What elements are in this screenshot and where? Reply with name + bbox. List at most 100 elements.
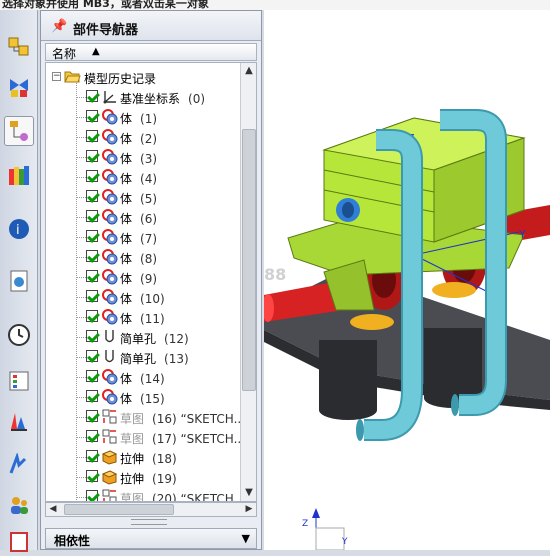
pin-icon[interactable]: 📌 xyxy=(51,19,67,34)
clock-icon[interactable] xyxy=(4,320,34,350)
tree-item[interactable]: 体 (10) xyxy=(46,287,236,307)
graphics-viewport[interactable]: Z X Y Z Y cad2688 xyxy=(264,10,550,550)
tree-branch-line xyxy=(76,497,86,498)
history-icon[interactable] xyxy=(4,266,34,296)
tree-item-label: 体 (10) xyxy=(120,290,165,307)
tree-item-label: 草图 (17) “SKETCH.. xyxy=(120,430,241,447)
tree-item-label: 体 (7) xyxy=(120,230,157,247)
tree-item[interactable]: 拉伸 (19) xyxy=(46,467,236,487)
scroll-down-icon[interactable]: ▼ xyxy=(241,485,256,501)
visibility-checkbox[interactable] xyxy=(86,150,98,162)
visibility-checkbox[interactable] xyxy=(86,490,98,501)
hscroll-thumb[interactable] xyxy=(64,504,174,515)
tree-item[interactable]: 草图 (20) “SKETCH.. xyxy=(46,487,241,501)
palette-icon[interactable] xyxy=(4,526,34,556)
tree-item[interactable]: 体 (5) xyxy=(46,187,236,207)
tree-item[interactable]: 简单孔 (12) xyxy=(46,327,236,347)
tree-item[interactable]: 体 (9) xyxy=(46,267,236,287)
visibility-checkbox[interactable] xyxy=(86,170,98,182)
tree-item[interactable]: 拉伸 (18) xyxy=(46,447,236,467)
feature-number: (8) xyxy=(140,252,158,266)
visibility-checkbox[interactable] xyxy=(86,310,98,322)
feature-number: (2) xyxy=(140,132,158,146)
visibility-checkbox[interactable] xyxy=(86,270,98,282)
visibility-checkbox[interactable] xyxy=(86,370,98,382)
dependencies-panel-header[interactable]: 相依性 ▼ xyxy=(45,528,257,549)
visibility-checkbox[interactable] xyxy=(86,330,98,342)
feature-number: (13) xyxy=(164,352,189,366)
tree-item[interactable]: 体 (15) xyxy=(46,387,236,407)
tree-item[interactable]: 体 (1) xyxy=(46,107,236,127)
tree-item[interactable]: 简单孔 (13) xyxy=(46,347,236,367)
tree-item[interactable]: 草图 (17) “SKETCH.. xyxy=(46,427,241,447)
tree-branch-line xyxy=(76,437,86,438)
tree-item[interactable]: 体 (8) xyxy=(46,247,236,267)
process-studio-icon[interactable] xyxy=(4,366,34,396)
tree-item[interactable]: 体 (4) xyxy=(46,167,236,187)
window-title: 选择对象并使用 MB3，或者双击某一对象 xyxy=(2,0,209,10)
assembly-navigator-icon[interactable] xyxy=(4,32,34,62)
tree-branch-line xyxy=(76,417,86,418)
system-visualization-icon[interactable] xyxy=(4,450,34,480)
roles-icon[interactable] xyxy=(4,406,34,436)
feature-name: 草图 xyxy=(120,432,145,446)
visibility-checkbox[interactable] xyxy=(86,470,98,482)
scroll-left-icon[interactable]: ◀ xyxy=(46,503,60,516)
feature-name: 体 xyxy=(120,252,133,266)
scroll-up-icon[interactable]: ▲ xyxy=(241,63,256,79)
web-browser-icon[interactable]: i xyxy=(4,214,34,244)
feature-name: 基准坐标系 xyxy=(120,92,181,106)
feature-name: 体 xyxy=(120,192,133,206)
feature-number: (14) xyxy=(140,372,165,386)
visibility-checkbox[interactable] xyxy=(86,250,98,262)
tree-root-model-history[interactable]: − 模型历史记录 xyxy=(46,67,236,87)
part-navigator-icon[interactable] xyxy=(4,116,34,146)
constraint-navigator-icon[interactable] xyxy=(4,72,34,102)
visibility-checkbox[interactable] xyxy=(86,110,98,122)
sort-ascending-icon: ▲ xyxy=(92,46,100,57)
reuse-library-icon[interactable] xyxy=(4,160,34,190)
tree-item[interactable]: 体 (2) xyxy=(46,127,236,147)
tree-branch-line xyxy=(76,457,86,458)
feature-name: 拉伸 xyxy=(120,472,145,486)
tree-item-label: 体 (8) xyxy=(120,250,157,267)
visibility-checkbox[interactable] xyxy=(86,210,98,222)
visibility-checkbox[interactable] xyxy=(86,350,98,362)
tree-vertical-scrollbar[interactable]: ▲ ▼ xyxy=(240,63,256,501)
visibility-checkbox[interactable] xyxy=(86,130,98,142)
tree-branch-line xyxy=(76,317,86,318)
visibility-checkbox[interactable] xyxy=(86,190,98,202)
visibility-checkbox[interactable] xyxy=(86,430,98,442)
tree-item[interactable]: 体 (7) xyxy=(46,227,236,247)
feature-number: (3) xyxy=(140,152,158,166)
tree-horizontal-scrollbar[interactable]: ◀ ▶ xyxy=(45,502,257,517)
visibility-checkbox[interactable] xyxy=(86,410,98,422)
column-header-name[interactable]: 名称 ▲ xyxy=(45,43,257,61)
model-history-tree[interactable]: − 模型历史记录 基准坐标系 (0) 体 (1) 体 (2) 体 (3) 体 (4) 体 (5) 体 (6… xyxy=(45,62,257,502)
panel-splitter[interactable] xyxy=(131,519,167,525)
tree-branch-line xyxy=(76,377,86,378)
tree-item[interactable]: 体 (3) xyxy=(46,147,236,167)
tree-item[interactable]: 草图 (16) “SKETCH.. xyxy=(46,407,241,427)
collapse-icon[interactable]: − xyxy=(52,72,61,81)
tree-item-label: 体 (15) xyxy=(120,390,165,407)
tree-item[interactable]: 体 (11) xyxy=(46,307,236,327)
tree-item-label: 草图 (20) “SKETCH.. xyxy=(120,490,241,501)
tree-branch-line xyxy=(76,97,86,98)
scroll-thumb[interactable] xyxy=(242,129,256,391)
feature-number: (6) xyxy=(140,212,158,226)
feature-number: (10) xyxy=(140,292,165,306)
tree-branch-line xyxy=(76,397,86,398)
user-roles-icon[interactable] xyxy=(4,490,34,520)
scroll-right-icon[interactable]: ▶ xyxy=(242,503,256,516)
blue-port-hole xyxy=(342,202,354,218)
chevron-down-icon[interactable]: ▼ xyxy=(242,532,250,545)
visibility-checkbox[interactable] xyxy=(86,230,98,242)
visibility-checkbox[interactable] xyxy=(86,90,98,102)
tree-item[interactable]: 基准坐标系 (0) xyxy=(46,87,236,107)
visibility-checkbox[interactable] xyxy=(86,290,98,302)
tree-item[interactable]: 体 (14) xyxy=(46,367,236,387)
tree-item[interactable]: 体 (6) xyxy=(46,207,236,227)
visibility-checkbox[interactable] xyxy=(86,390,98,402)
visibility-checkbox[interactable] xyxy=(86,450,98,462)
